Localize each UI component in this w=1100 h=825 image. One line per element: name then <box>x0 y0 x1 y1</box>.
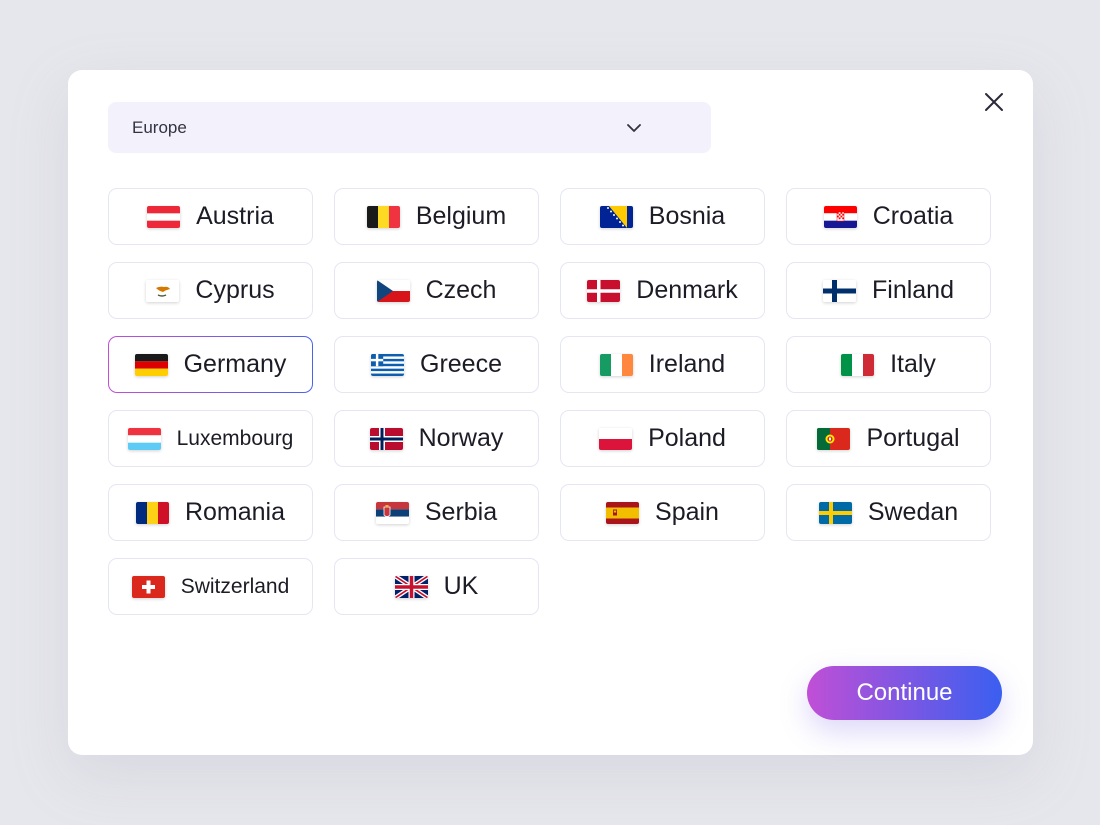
close-button[interactable] <box>982 90 1006 114</box>
country-option-czech[interactable]: Czech <box>334 262 539 319</box>
finland-flag-icon <box>823 279 856 302</box>
country-name: Norway <box>418 424 504 452</box>
ireland-flag-icon <box>599 353 633 376</box>
region-dropdown-value: Europe <box>132 117 187 137</box>
czech-flag-icon <box>376 279 410 302</box>
country-option-sweden[interactable]: Swedan <box>786 484 991 541</box>
country-option-switzerland[interactable]: Switzerland <box>108 558 313 615</box>
country-name: Czech <box>425 276 497 304</box>
bosnia-flag-icon <box>599 205 633 228</box>
belgium-flag-icon <box>366 205 400 228</box>
country-name: Luxembourg <box>176 426 294 450</box>
country-option-cyprus[interactable]: Cyprus <box>108 262 313 319</box>
region-dropdown[interactable]: Europe <box>108 102 711 153</box>
country-option-ireland[interactable]: Ireland <box>560 336 765 393</box>
chevron-down-icon <box>627 123 641 132</box>
country-name: Finland <box>872 276 954 304</box>
country-option-luxembourg[interactable]: Luxembourg <box>108 410 313 467</box>
italy-flag-icon <box>841 353 875 376</box>
country-grid: Austria Belgium Bosnia Croatia Cyprus Cz… <box>108 188 991 615</box>
denmark-flag-icon <box>587 279 621 302</box>
country-name: Poland <box>648 424 726 452</box>
country-name: Switzerland <box>180 574 290 598</box>
country-option-norway[interactable]: Norway <box>334 410 539 467</box>
country-option-spain[interactable]: Spain <box>560 484 765 541</box>
country-name: Bosnia <box>648 202 726 230</box>
country-option-bosnia[interactable]: Bosnia <box>560 188 765 245</box>
romania-flag-icon <box>135 501 169 524</box>
luxembourg-flag-icon <box>127 427 161 450</box>
country-name: Spain <box>655 498 719 526</box>
continue-button[interactable]: Continue <box>807 666 1002 720</box>
austria-flag-icon <box>147 205 181 228</box>
country-option-portugal[interactable]: Portugal <box>786 410 991 467</box>
country-option-romania[interactable]: Romania <box>108 484 313 541</box>
country-name: Austria <box>196 202 274 230</box>
country-name: Ireland <box>648 350 726 378</box>
country-option-uk[interactable]: UK <box>334 558 539 615</box>
country-name: Cyprus <box>195 276 275 304</box>
country-option-greece[interactable]: Greece <box>334 336 539 393</box>
country-option-belgium[interactable]: Belgium <box>334 188 539 245</box>
country-name: Romania <box>184 498 286 526</box>
norway-flag-icon <box>369 427 403 450</box>
spain-flag-icon <box>606 501 640 524</box>
poland-flag-icon <box>599 427 633 450</box>
country-option-serbia[interactable]: Serbia <box>334 484 539 541</box>
serbia-flag-icon <box>375 501 409 524</box>
country-option-croatia[interactable]: Croatia <box>786 188 991 245</box>
country-name: UK <box>443 572 479 600</box>
cyprus-flag-icon <box>146 279 180 302</box>
country-option-germany[interactable]: Germany <box>108 336 313 393</box>
country-option-italy[interactable]: Italy <box>786 336 991 393</box>
country-name: Serbia <box>424 498 498 526</box>
country-name: Swedan <box>867 498 959 526</box>
country-name: Belgium <box>415 202 507 230</box>
greece-flag-icon <box>371 353 404 376</box>
country-name: Portugal <box>866 424 960 452</box>
close-icon <box>985 93 1003 111</box>
country-name: Croatia <box>872 202 954 230</box>
country-name: Italy <box>890 350 936 378</box>
uk-flag-icon <box>394 575 428 598</box>
country-option-austria[interactable]: Austria <box>108 188 313 245</box>
country-option-finland[interactable]: Finland <box>786 262 991 319</box>
sweden-flag-icon <box>818 501 852 524</box>
germany-flag-icon <box>134 353 168 376</box>
country-name: Germany <box>183 350 287 378</box>
country-picker-modal: Europe Austria Belgium Bosnia Croatia Cy… <box>68 70 1033 755</box>
switzerland-flag-icon <box>131 575 165 598</box>
country-option-poland[interactable]: Poland <box>560 410 765 467</box>
portugal-flag-icon <box>817 427 851 450</box>
country-name: Greece <box>420 350 502 378</box>
country-option-denmark[interactable]: Denmark <box>560 262 765 319</box>
croatia-flag-icon <box>823 205 857 228</box>
country-name: Denmark <box>636 276 738 304</box>
